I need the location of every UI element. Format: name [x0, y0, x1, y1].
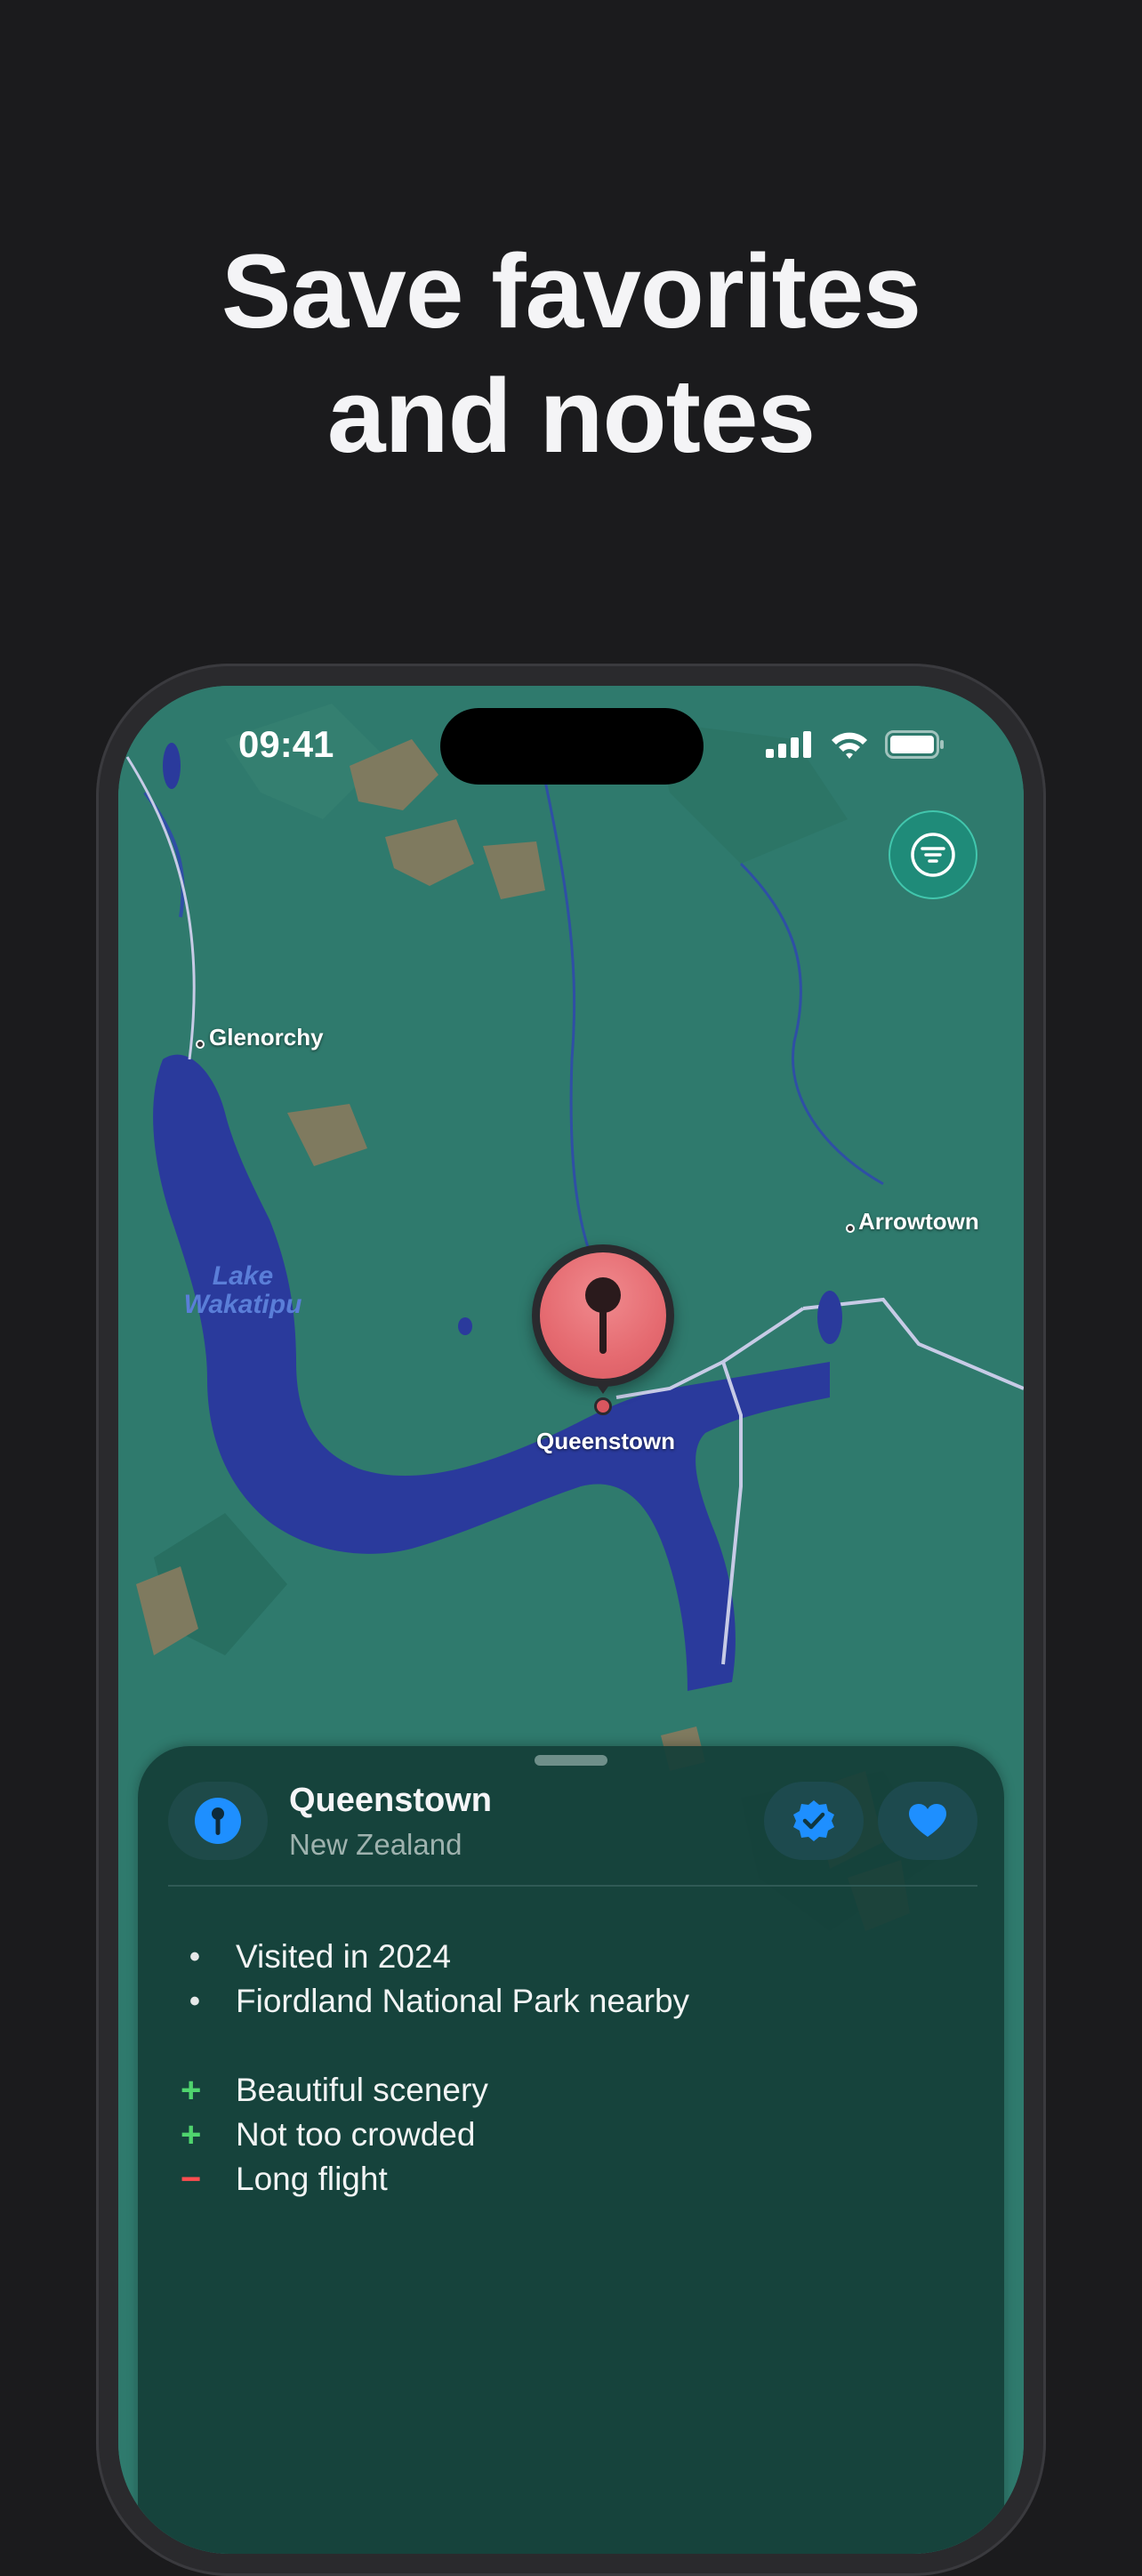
map-label-arrowtown[interactable]: Arrowtown — [858, 1208, 979, 1236]
place-notes[interactable]: • Visited in 2024 • Fiordland National P… — [181, 1935, 963, 2202]
lake-label-line-1: Lake — [212, 1261, 274, 1291]
lake-label-line-2: Wakatipu — [183, 1290, 302, 1319]
note-bullet-item: • Fiordland National Park nearby — [181, 1979, 963, 2024]
headline: Save favorites and notes — [0, 229, 1142, 479]
glenorchy-marker — [196, 1040, 205, 1049]
place-detail-sheet[interactable]: Queenstown New Zealand • Visited in 2024… — [138, 1746, 1004, 2554]
note-text: Fiordland National Park nearby — [236, 1983, 690, 2019]
battery-icon — [885, 730, 944, 759]
dynamic-island — [440, 708, 704, 785]
place-subtitle: New Zealand — [289, 1828, 462, 1861]
favorite-button[interactable] — [878, 1782, 977, 1860]
plus-icon: + — [181, 2114, 202, 2154]
cellular-signal-icon — [766, 731, 811, 758]
bullet-mark: • — [189, 1939, 200, 1974]
headline-line-1: Save favorites — [221, 233, 921, 350]
place-title: Queenstown — [289, 1782, 493, 1819]
map-label-lake: Lake Wakatipu — [154, 1262, 332, 1319]
status-icons — [766, 730, 945, 759]
heart-icon — [909, 1804, 946, 1837]
sheet-divider — [168, 1885, 977, 1887]
note-pro-item: + Beautiful scenery — [181, 2068, 963, 2113]
pin-icon — [585, 1277, 621, 1354]
map-label-queenstown[interactable]: Queenstown — [536, 1428, 675, 1455]
selected-place-pin[interactable] — [532, 1244, 674, 1415]
phone-screen: 09:41 Glenorchy Arrowtown Lake Wakatipu … — [118, 686, 1024, 2554]
note-text: Not too crowded — [236, 2116, 476, 2153]
note-text: Visited in 2024 — [236, 1938, 452, 1975]
map-label-glenorchy[interactable]: Glenorchy — [209, 1024, 324, 1051]
note-bullet-item: • Visited in 2024 — [181, 1935, 963, 1979]
filter-icon — [911, 833, 955, 877]
pin-location-dot — [594, 1397, 612, 1415]
pin-icon — [195, 1798, 241, 1844]
note-text: Beautiful scenery — [236, 2072, 488, 2108]
status-time: 09:41 — [238, 723, 334, 765]
visited-button[interactable] — [764, 1782, 864, 1860]
minus-icon: − — [181, 2159, 202, 2199]
note-text: Long flight — [236, 2161, 388, 2197]
pin-marker — [532, 1244, 674, 1387]
plus-icon: + — [181, 2070, 202, 2110]
bullet-mark: • — [189, 1984, 200, 2018]
sheet-grabber[interactable] — [535, 1755, 607, 1766]
pin-tail — [594, 1381, 612, 1394]
arrowtown-marker — [846, 1224, 855, 1233]
note-con-item: − Long flight — [181, 2157, 963, 2202]
headline-line-2: and notes — [326, 358, 816, 475]
filter-button[interactable] — [889, 810, 977, 899]
verified-badge-icon — [793, 1800, 834, 1841]
wifi-icon — [832, 732, 867, 759]
note-pro-item: + Not too crowded — [181, 2113, 963, 2157]
place-icon-badge — [168, 1782, 268, 1860]
